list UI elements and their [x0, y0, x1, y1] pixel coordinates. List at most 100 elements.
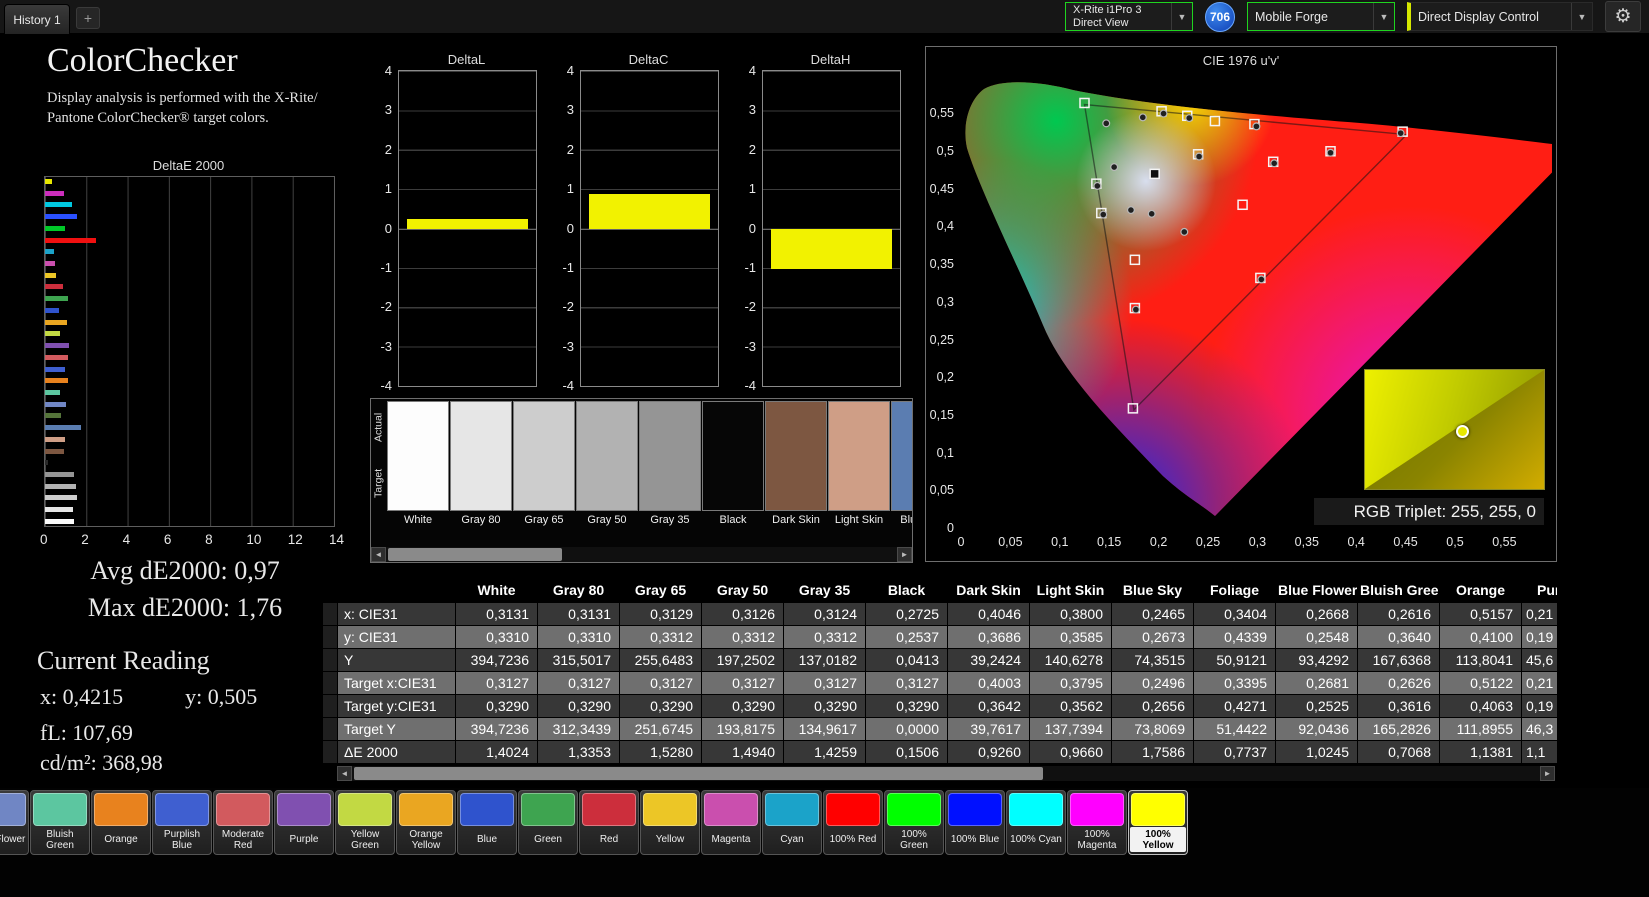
patch-button-orange-yellow[interactable]: Orange Yellow [396, 790, 456, 855]
display-control-dropdown[interactable]: Direct Display Control ▼ [1407, 2, 1593, 31]
patch-button-cyan[interactable]: Cyan [762, 790, 822, 855]
de-bar-100-magenta [45, 190, 64, 196]
patch-button-blue[interactable]: Blue [457, 790, 517, 855]
de-bar-purple [45, 343, 69, 349]
scroll-right-button[interactable]: ► [1540, 766, 1555, 781]
settings-button[interactable]: ⚙ [1605, 1, 1641, 32]
patch-button-yellow-green[interactable]: Yellow Green [335, 790, 395, 855]
description-line: Display analysis is performed with the X… [47, 90, 318, 106]
table-scrollbar[interactable]: ◄ ► [337, 766, 1555, 781]
patch-button-blue-flower[interactable]: Blue Flower [0, 790, 29, 855]
table-cell: 140,6278 [1029, 648, 1112, 672]
table-cell: 0,3312 [783, 625, 866, 649]
patch-label: Yellow [655, 834, 685, 845]
current-patch-preview [1364, 369, 1545, 490]
meter-name: X-Rite i1Pro 3 [1073, 3, 1142, 16]
patch-button-100-green[interactable]: 100% Green [884, 790, 944, 855]
table-cell: 0,5157 [1439, 602, 1522, 626]
table-cell: 137,0182 [783, 648, 866, 672]
table-cell: 0,3616 [1357, 694, 1440, 718]
table-cell: 0,3404 [1193, 602, 1276, 626]
scrollbar-thumb[interactable] [354, 767, 1044, 780]
patch-button-100-red[interactable]: 100% Red [823, 790, 883, 855]
swatch-gray-50 [576, 401, 638, 511]
row-label: Y [337, 648, 456, 672]
patch-button-purple[interactable]: Purple [274, 790, 334, 855]
row-label: Target x:CIE31 [337, 671, 456, 695]
de-bar-dark-skin [45, 448, 65, 454]
table-row: y: CIE31 0,3310 0,3310 0,3312 0,3312 0,3312 0,… [322, 625, 1557, 649]
swatch-gray-35 [639, 401, 701, 511]
tab-history-1[interactable]: History 1 [4, 4, 70, 35]
table-cell: 0,3290 [865, 694, 948, 718]
table-row: ΔE 2000 1,4024 1,3353 1,5280 1,4940 1,4259 0,1… [322, 740, 1557, 764]
plus-icon: + [83, 10, 93, 26]
de-bar-100-yellow [45, 179, 53, 184]
table-cell: 0,4339 [1193, 625, 1276, 649]
de-bar-yellow-green [45, 331, 61, 337]
table-cell: 0,9660 [1029, 740, 1112, 764]
patch-button-purplish-blue[interactable]: Purplish Blue [152, 790, 212, 855]
deltae2000-x-axis: 0 2 4 6 8 10 12 14 [40, 532, 344, 548]
table-cell: 0,4271 [1193, 694, 1276, 718]
table-cell: 0,2537 [865, 625, 948, 649]
patch-button-100-cyan[interactable]: 100% Cyan [1006, 790, 1066, 855]
patch-button-moderate-red[interactable]: Moderate Red [213, 790, 273, 855]
axis-tick-label: -1 [744, 259, 756, 275]
table-cell: 0,4100 [1439, 625, 1522, 649]
scrollbar-thumb[interactable] [388, 548, 562, 561]
table-cell: 1,5280 [619, 740, 702, 764]
scroll-left-button[interactable]: ◄ [337, 766, 352, 781]
patch-swatch [399, 793, 453, 826]
patch-button-100-blue[interactable]: 100% Blue [945, 790, 1005, 855]
chart-title: DeltaC [628, 52, 669, 67]
column-header: Gray 80 [537, 578, 620, 603]
scroll-left-button[interactable]: ◄ [371, 547, 386, 562]
patch-button-magenta[interactable]: Magenta [701, 790, 761, 855]
app-window: History 1 + X-Rite i1Pro 3 Direct View ▼… [0, 0, 1649, 897]
de-bar-moderate-red [45, 354, 68, 360]
table-cell: 50,9121 [1193, 648, 1276, 672]
patch-button-orange[interactable]: Orange [91, 790, 151, 855]
table-cell: 0,1506 [865, 740, 948, 764]
scroll-right-button[interactable]: ► [897, 547, 912, 562]
row-gutter [322, 671, 338, 695]
table-cell: 1,4940 [701, 740, 784, 764]
table-cell: 134,9617 [783, 717, 866, 741]
table-cell: 0,2725 [865, 602, 948, 626]
axis-tick-label: 0 [748, 220, 756, 236]
meter-dropdown[interactable]: X-Rite i1Pro 3 Direct View ▼ [1065, 2, 1193, 31]
table-cell: 39,2424 [947, 648, 1030, 672]
table-cell: 0,3127 [783, 671, 866, 695]
column-header: Gray 35 [783, 578, 866, 603]
patch-button-bluish-green[interactable]: Bluish Green [30, 790, 90, 855]
swatch-label: Dark Skin [772, 514, 820, 526]
patch-button-red[interactable]: Red [579, 790, 639, 855]
scrollbar-track[interactable] [386, 547, 897, 562]
de-bar-blue [45, 307, 60, 313]
swatch-label: Blue Sky [900, 514, 912, 526]
column-header [337, 578, 456, 603]
y-axis: 4 3 2 1 0 -1 -2 -3 -4 [734, 63, 758, 393]
axis-tick-label: 0,4 [1347, 535, 1365, 549]
table-cell: 0,3686 [947, 625, 1030, 649]
source-dropdown-label: Mobile Forge [1255, 9, 1328, 24]
patch-button-100-yellow[interactable]: 100% Yellow [1128, 790, 1188, 855]
patch-button-100-magenta[interactable]: 100% Magenta [1067, 790, 1127, 855]
swatch-scrollbar[interactable]: ◄ ► [371, 547, 912, 562]
row-label: y: CIE31 [337, 625, 456, 649]
patch-swatch [216, 793, 270, 826]
axis-tick-label: 2 [566, 141, 574, 157]
swatch-dark-skin [765, 401, 827, 511]
source-dropdown[interactable]: Mobile Forge ▼ [1247, 2, 1395, 31]
scrollbar-track[interactable] [352, 766, 1540, 781]
table-cell: 137,7394 [1029, 717, 1112, 741]
patch-button-yellow[interactable]: Yellow [640, 790, 700, 855]
chevron-down-icon: ▼ [1171, 3, 1192, 30]
axis-tick-label: 1 [748, 181, 756, 197]
header-gutter [322, 578, 338, 603]
chart-title: DeltaH [810, 52, 851, 67]
table-cell: 0,3562 [1029, 694, 1112, 718]
patch-button-green[interactable]: Green [518, 790, 578, 855]
new-tab-button[interactable]: + [76, 7, 100, 29]
